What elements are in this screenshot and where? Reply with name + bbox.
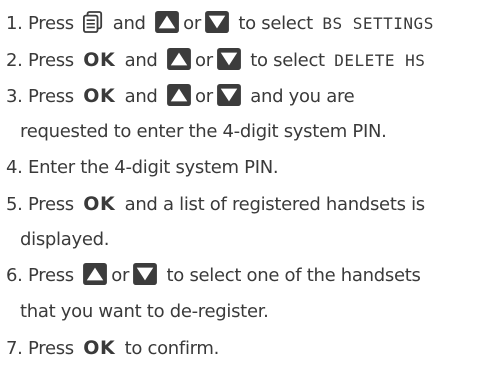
ok-key-label: OK [83, 193, 116, 215]
display-code: DELETE HS [334, 51, 426, 70]
step-text: Press [28, 13, 74, 34]
step-6: 6. Press or to select one of the handset… [6, 260, 421, 292]
step-text: or [194, 86, 213, 107]
step-number: 5. [6, 194, 23, 215]
ok-key-label: OK [83, 49, 116, 71]
down-arrow-icon [217, 84, 241, 106]
step-number: 2. [6, 50, 23, 71]
step-text: Press [28, 338, 74, 359]
step-5: 5. Press OK and a list of registered han… [6, 188, 425, 220]
step-text: and a list of registered handsets is [124, 194, 426, 215]
step-text: to select [250, 50, 325, 71]
phonebook-icon [83, 11, 103, 33]
step-text: Press [28, 194, 74, 215]
step-number: 6. [6, 265, 23, 286]
step-text: to select one of the handsets [166, 265, 421, 286]
step-text: and [112, 13, 146, 34]
step-4: 4. Enter the 4-digit system PIN. [6, 152, 279, 184]
step-text: and you are [250, 86, 355, 107]
step-7: 7. Press OK to confirm. [6, 332, 219, 364]
step-text: requested to enter the 4-digit system PI… [20, 121, 387, 142]
step-text: Press [28, 86, 74, 107]
step-text: Press [28, 265, 74, 286]
step-6-continuation: that you want to de-register. [20, 296, 269, 328]
step-text: or [194, 50, 213, 71]
step-text: Enter the 4-digit system PIN. [28, 157, 279, 178]
step-number: 4. [6, 157, 23, 178]
ok-key-label: OK [83, 337, 116, 359]
step-text: or [183, 13, 201, 34]
down-arrow-icon [133, 263, 157, 285]
step-text: or [111, 265, 130, 286]
ok-key-label: OK [83, 85, 116, 107]
step-3-continuation: requested to enter the 4-digit system PI… [20, 116, 387, 148]
up-arrow-icon [83, 263, 107, 285]
step-text: and [124, 86, 158, 107]
up-arrow-icon [167, 48, 191, 70]
step-number: 1. [6, 13, 23, 34]
down-arrow-icon [205, 11, 229, 33]
step-1: 1. Press and or to select BS SETTINGS [6, 8, 434, 40]
step-text: displayed. [20, 229, 110, 250]
up-arrow-icon [167, 84, 191, 106]
step-2: 2. Press OK and or to select DELETE HS [6, 44, 425, 76]
step-5-continuation: displayed. [20, 224, 109, 256]
step-number: 3. [6, 86, 23, 107]
step-number: 7. [6, 338, 23, 359]
step-text: and [124, 50, 158, 71]
up-arrow-icon [155, 11, 179, 33]
step-text: Press [28, 50, 74, 71]
step-text: to select [238, 13, 313, 34]
display-code: BS SETTINGS [322, 14, 434, 33]
step-text: to confirm. [124, 338, 220, 359]
down-arrow-icon [217, 48, 241, 70]
step-text: that you want to de-register. [20, 301, 269, 322]
step-3: 3. Press OK and or and you are [6, 80, 355, 112]
